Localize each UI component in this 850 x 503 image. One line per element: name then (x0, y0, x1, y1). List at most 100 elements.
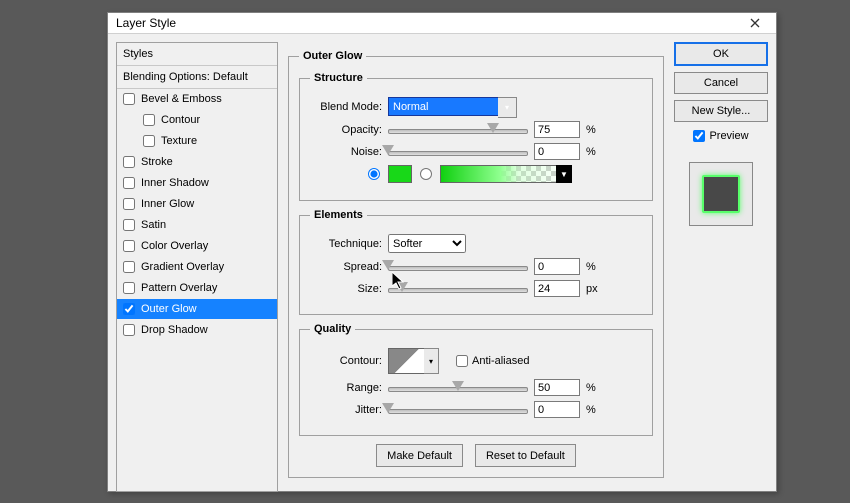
range-unit: % (586, 382, 604, 394)
styles-item-drop-shadow[interactable]: Drop Shadow (117, 320, 277, 341)
opacity-label: Opacity: (310, 124, 382, 136)
blendmode-label: Blend Mode: (310, 101, 382, 113)
structure-legend: Structure (310, 72, 367, 84)
styles-item-label: Bevel & Emboss (141, 93, 222, 105)
gradient-radio[interactable] (420, 168, 432, 180)
structure-group: Structure Blend Mode: Normal ▾ Opacity: … (299, 72, 653, 201)
opacity-unit: % (586, 124, 604, 136)
styles-item-label: Inner Shadow (141, 177, 209, 189)
ok-button[interactable]: OK (674, 42, 768, 66)
styles-item-texture[interactable]: Texture (117, 131, 277, 152)
styles-item-label: Outer Glow (141, 303, 197, 315)
quality-legend: Quality (310, 323, 355, 335)
styles-checkbox[interactable] (123, 303, 135, 315)
styles-item-color-overlay[interactable]: Color Overlay (117, 236, 277, 257)
quality-group: Quality Contour: ▾ Anti-aliased Range: (299, 323, 653, 436)
layer-style-dialog: Layer Style Styles Blending Options: Def… (107, 12, 777, 492)
styles-item-gradient-overlay[interactable]: Gradient Overlay (117, 257, 277, 278)
styles-checkbox[interactable] (123, 324, 135, 336)
gradient-swatch[interactable]: ▼ (440, 165, 572, 183)
make-default-button[interactable]: Make Default (376, 444, 463, 467)
technique-select[interactable]: Softer (388, 234, 466, 253)
styles-item-outer-glow[interactable]: Outer Glow (117, 299, 277, 320)
color-swatch[interactable] (388, 165, 412, 183)
styles-checkbox[interactable] (123, 282, 135, 294)
styles-checkbox[interactable] (123, 177, 135, 189)
contour-picker[interactable]: ▾ (388, 348, 426, 374)
close-icon (750, 18, 760, 28)
styles-list: Styles Blending Options: Default Bevel &… (116, 42, 278, 492)
settings-panel: Outer Glow Structure Blend Mode: Normal … (286, 42, 666, 492)
spread-slider[interactable] (388, 261, 528, 273)
spread-unit: % (586, 261, 604, 273)
styles-item-stroke[interactable]: Stroke (117, 152, 277, 173)
styles-checkbox[interactable] (123, 240, 135, 252)
panel-title: Outer Glow (299, 50, 366, 62)
jitter-input[interactable] (534, 401, 580, 418)
antialiased-checkbox[interactable]: Anti-aliased (456, 355, 529, 367)
chevron-down-icon: ▾ (498, 97, 517, 118)
styles-item-label: Contour (161, 114, 200, 126)
jitter-label: Jitter: (310, 404, 382, 416)
chevron-down-icon: ▾ (424, 348, 439, 374)
window-title: Layer Style (116, 16, 740, 30)
blendmode-select[interactable]: Normal ▾ (388, 97, 500, 116)
opacity-input[interactable] (534, 121, 580, 138)
dialog-content: Styles Blending Options: Default Bevel &… (108, 34, 776, 500)
styles-item-contour[interactable]: Contour (117, 110, 277, 131)
outer-glow-group: Outer Glow Structure Blend Mode: Normal … (288, 50, 664, 478)
styles-checkbox[interactable] (143, 114, 155, 126)
preview-swatch (702, 175, 740, 213)
spread-input[interactable] (534, 258, 580, 275)
opacity-slider[interactable] (388, 124, 528, 136)
color-radio[interactable] (368, 168, 380, 180)
styles-checkbox[interactable] (143, 135, 155, 147)
right-column: OK Cancel New Style... Preview (674, 42, 768, 492)
preview-label: Preview (709, 130, 748, 142)
styles-checkbox[interactable] (123, 261, 135, 273)
spread-label: Spread: (310, 261, 382, 273)
styles-item-label: Inner Glow (141, 198, 194, 210)
preview-checkbox[interactable]: Preview (674, 130, 768, 142)
noise-slider[interactable] (388, 146, 528, 158)
styles-item-label: Gradient Overlay (141, 261, 224, 273)
size-input[interactable] (534, 280, 580, 297)
styles-checkbox[interactable] (123, 219, 135, 231)
styles-item-inner-glow[interactable]: Inner Glow (117, 194, 277, 215)
styles-item-pattern-overlay[interactable]: Pattern Overlay (117, 278, 277, 299)
close-button[interactable] (740, 13, 770, 33)
styles-checkbox[interactable] (123, 156, 135, 168)
range-input[interactable] (534, 379, 580, 396)
styles-item-inner-shadow[interactable]: Inner Shadow (117, 173, 277, 194)
range-label: Range: (310, 382, 382, 394)
technique-label: Technique: (310, 238, 382, 250)
elements-legend: Elements (310, 209, 367, 221)
new-style-button[interactable]: New Style... (674, 100, 768, 122)
noise-input[interactable] (534, 143, 580, 160)
styles-item-label: Texture (161, 135, 197, 147)
blendmode-value: Normal (393, 101, 428, 113)
styles-item-label: Pattern Overlay (141, 282, 217, 294)
chevron-down-icon: ▼ (556, 165, 572, 183)
size-unit: px (586, 283, 604, 295)
styles-item-label: Satin (141, 219, 166, 231)
styles-checkbox[interactable] (123, 93, 135, 105)
size-label: Size: (310, 283, 382, 295)
range-slider[interactable] (388, 382, 528, 394)
styles-item-label: Drop Shadow (141, 324, 208, 336)
size-slider[interactable] (388, 283, 528, 295)
styles-header[interactable]: Styles (117, 43, 277, 66)
contour-label: Contour: (310, 355, 382, 367)
noise-label: Noise: (310, 146, 382, 158)
styles-item-bevel-emboss[interactable]: Bevel & Emboss (117, 89, 277, 110)
jitter-slider[interactable] (388, 404, 528, 416)
blending-options[interactable]: Blending Options: Default (117, 66, 277, 89)
styles-item-label: Stroke (141, 156, 173, 168)
elements-group: Elements Technique: Softer Spread: % Siz… (299, 209, 653, 315)
styles-checkbox[interactable] (123, 198, 135, 210)
styles-item-label: Color Overlay (141, 240, 208, 252)
styles-item-satin[interactable]: Satin (117, 215, 277, 236)
cancel-button[interactable]: Cancel (674, 72, 768, 94)
reset-default-button[interactable]: Reset to Default (475, 444, 576, 467)
antialiased-label: Anti-aliased (472, 355, 529, 367)
